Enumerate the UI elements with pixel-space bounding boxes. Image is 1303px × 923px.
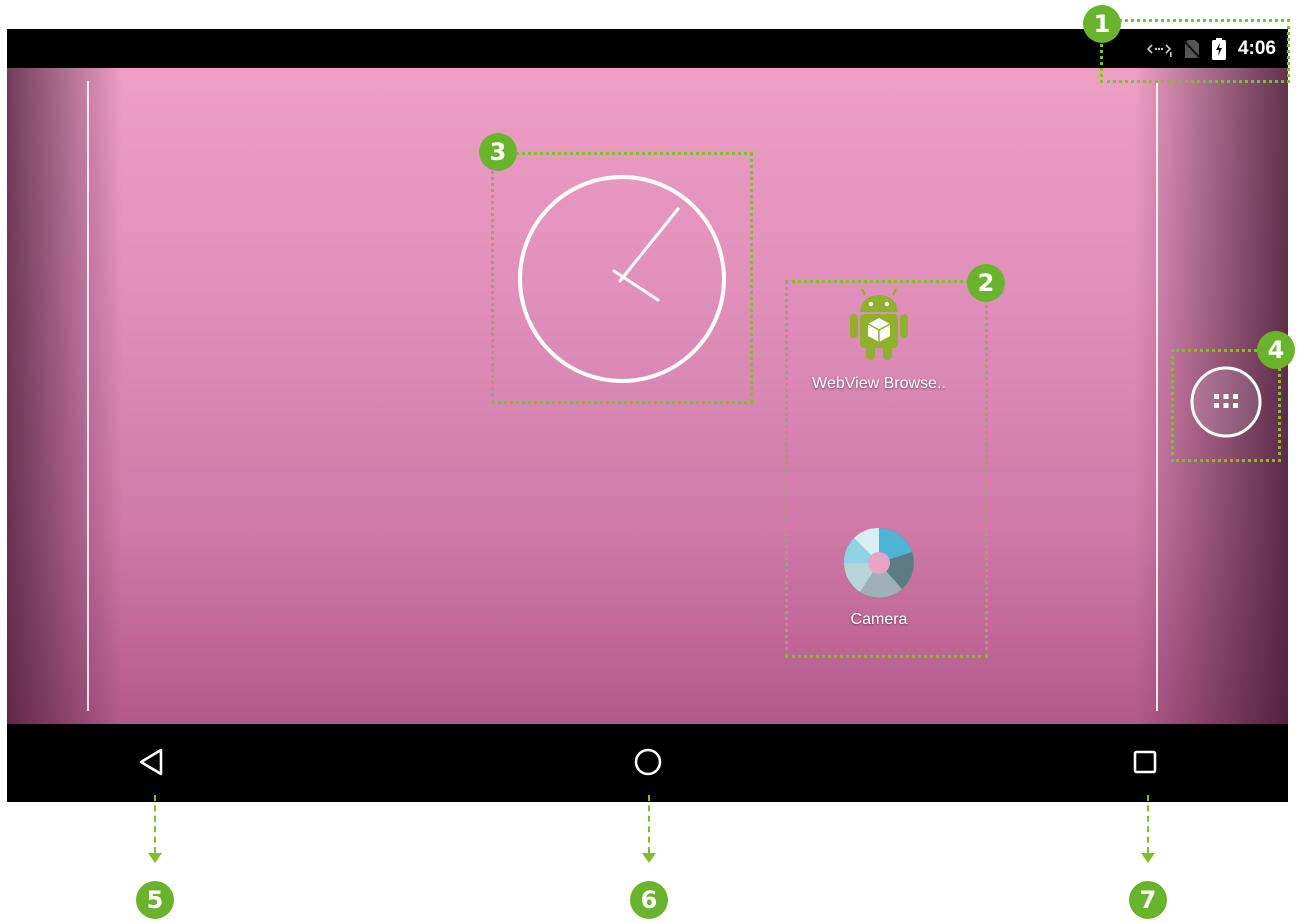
annotation-badge-5: 5 — [136, 881, 174, 919]
annotation-badge-4: 4 — [1257, 331, 1295, 369]
annotation-badge-3: 3 — [479, 133, 517, 171]
annotation-box-all-apps — [1171, 349, 1281, 462]
annotation-box-status — [1100, 19, 1290, 83]
annotation-arrowhead-7 — [1141, 853, 1155, 863]
annotation-badge-6: 6 — [630, 881, 668, 919]
panel-divider-left — [87, 81, 89, 711]
annotation-arrowhead-5 — [148, 853, 162, 863]
panel-divider-right — [1156, 81, 1158, 711]
annotation-badge-1: 1 — [1083, 5, 1121, 43]
annotation-arrowhead-6 — [642, 853, 656, 863]
back-button[interactable] — [135, 744, 171, 780]
back-icon — [139, 748, 163, 776]
annotation-badge-7: 7 — [1129, 881, 1167, 919]
annotation-arrow-5 — [154, 795, 156, 853]
home-icon — [634, 748, 662, 776]
annotation-arrow-6 — [648, 795, 650, 853]
navigation-bar — [7, 724, 1288, 802]
annotation-arrow-7 — [1147, 795, 1149, 853]
annotation-box-apps — [785, 280, 988, 658]
recents-button[interactable] — [1127, 744, 1163, 780]
annotation-box-clock — [491, 152, 753, 404]
annotation-badge-2: 2 — [967, 264, 1005, 302]
recents-icon — [1133, 750, 1157, 774]
android-tablet-screen: 4:06 WebView Browse.. Camera — [7, 29, 1288, 802]
home-button[interactable] — [630, 744, 666, 780]
